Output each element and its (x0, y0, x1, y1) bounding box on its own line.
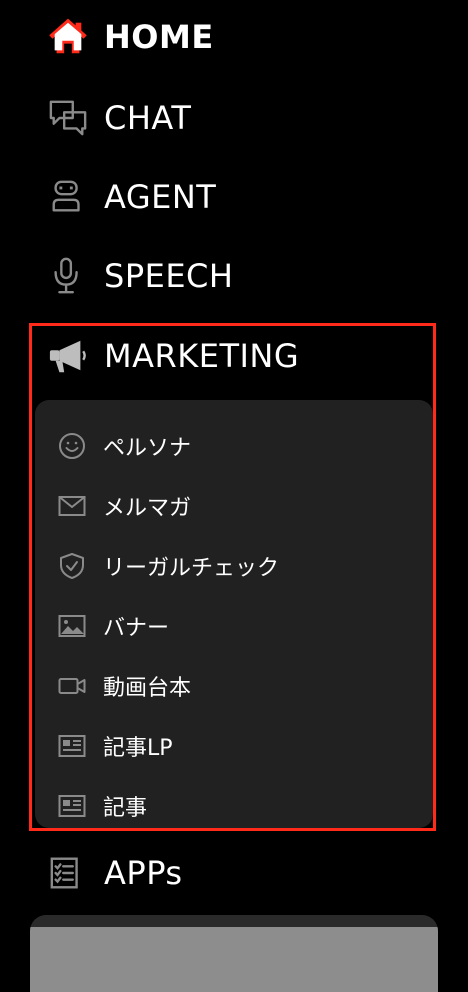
nav-item-home[interactable]: HOME (48, 15, 214, 59)
submenu-item-mailmagazine[interactable]: メルマガ (57, 486, 191, 526)
nav-item-apps[interactable]: APPs (48, 851, 183, 895)
chat-bubbles-icon (48, 98, 88, 138)
nav-item-speech[interactable]: SPEECH (48, 254, 233, 298)
bottom-card-overlay (30, 927, 438, 992)
shield-check-icon (57, 551, 87, 581)
nav-label-home: HOME (104, 18, 214, 56)
submenu-item-video-script[interactable]: 動画台本 (57, 666, 191, 706)
submenu-label: リーガルチェック (103, 556, 280, 581)
submenu-label: メルマガ (103, 496, 192, 521)
home-icon (48, 17, 88, 57)
nav-item-marketing[interactable]: MARKETING (48, 334, 299, 378)
image-icon (57, 611, 87, 641)
nav-label-apps: APPs (104, 854, 183, 892)
submenu-label: ペルソナ (103, 436, 192, 461)
checklist-icon (48, 853, 88, 893)
nav-label-speech: SPEECH (104, 257, 234, 295)
marketing-submenu: ペルソナ メルマガ リーガルチェック バナー 動画台本 記事LP 記事 (35, 400, 433, 828)
submenu-label: 動画台本 (103, 676, 192, 701)
submenu-label: 記事LP (103, 736, 173, 761)
bottom-card (30, 915, 438, 992)
submenu-label: 記事 (103, 796, 148, 821)
submenu-item-legal-check[interactable]: リーガルチェック (57, 546, 279, 586)
nav-label-agent: AGENT (104, 178, 217, 216)
submenu-item-persona[interactable]: ペルソナ (57, 426, 191, 466)
nav-label-chat: CHAT (104, 99, 192, 137)
submenu-item-banner[interactable]: バナー (57, 606, 169, 646)
robot-icon (48, 177, 88, 217)
newspaper-icon (57, 731, 87, 761)
envelope-icon (57, 491, 87, 521)
submenu-label: バナー (103, 616, 170, 641)
newspaper-icon (57, 791, 87, 821)
megaphone-icon (48, 336, 88, 376)
submenu-item-article[interactable]: 記事 (57, 786, 147, 826)
microphone-icon (48, 256, 88, 296)
nav-item-chat[interactable]: CHAT (48, 96, 191, 140)
nav-label-marketing: MARKETING (104, 337, 300, 375)
video-camera-icon (57, 671, 87, 701)
smile-icon (57, 431, 87, 461)
nav-item-agent[interactable]: AGENT (48, 175, 216, 219)
submenu-item-article-lp[interactable]: 記事LP (57, 726, 173, 766)
